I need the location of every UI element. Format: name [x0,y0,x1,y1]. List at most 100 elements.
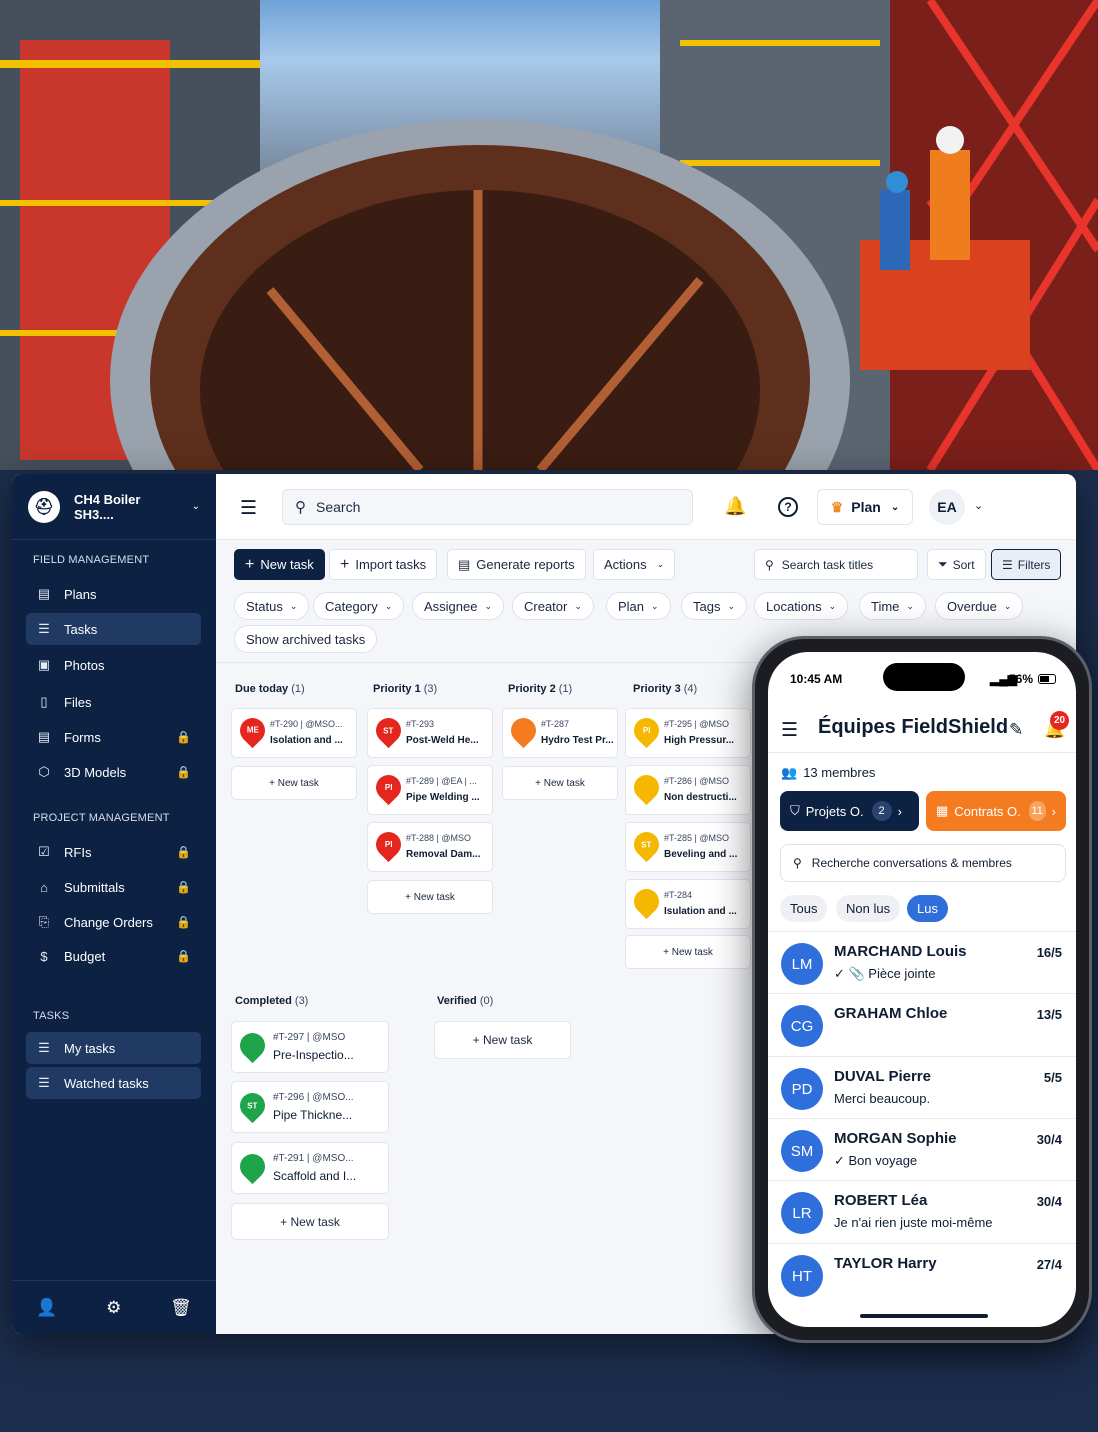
conversation-search-input[interactable]: ⚲ Recherche conversations & membres [780,844,1066,882]
task-card[interactable]: PI #T-288 | @MSO Removal Dam... [367,822,493,872]
task-id: #T-289 | @EA | ... [406,776,477,786]
plan-button[interactable]: ♛ Plan ⌄ [817,489,913,525]
trash-icon[interactable]: 🗑 [170,1298,192,1318]
avatar: LR [781,1192,823,1234]
tab-non-lus[interactable]: Non lus [836,895,901,922]
compose-icon[interactable]: ✎ [1009,720,1023,740]
task-card[interactable]: #T-291 | @MSO... Scaffold and I... [231,1142,389,1194]
bell-icon[interactable]: 🔔 [724,496,746,517]
task-card[interactable]: PI #T-295 | @MSO High Pressur... [625,708,751,758]
project-logo: ⛑ [28,490,60,523]
crown-icon: ♛ [830,498,844,515]
sidebar-item-label: RFIs [64,844,92,860]
sidebar: ⛑ CH4 Boiler SH3.... ⌄ FIELD MANAGEMENT … [12,474,216,1334]
task-card[interactable]: #T-284 Isulation and ... [625,879,751,929]
new-task-button[interactable]: + New task [234,549,325,580]
tab-tous[interactable]: Tous [780,895,828,922]
new-task-button[interactable]: + New task [231,766,357,800]
task-card[interactable]: ST #T-296 | @MSO... Pipe Thickne... [231,1081,389,1133]
document-icon: ▤ [458,556,471,572]
menu-icon[interactable]: ☰ [781,719,798,742]
conversation-item[interactable]: HT TAYLOR Harry 27/4 [768,1243,1076,1305]
filter-overdue[interactable]: Overdue ⌄ [935,592,1024,620]
filter-time[interactable]: Time ⌄ [859,592,926,620]
sidebar-item-label: Watched tasks [64,1075,149,1091]
conversation-item[interactable]: CG GRAHAM Chloe 13/5 [768,993,1076,1055]
new-task-button[interactable]: + New task [367,880,493,914]
new-task-button[interactable]: + New task [502,766,618,800]
sidebar-item-files[interactable]: ▯ Files [26,686,201,718]
column-header: Due today (1) [235,683,305,695]
new-task-button[interactable]: + New task [434,1021,571,1059]
task-card[interactable]: #T-297 | @MSO Pre-Inspectio... [231,1021,389,1073]
project-selector[interactable]: ⛑ CH4 Boiler SH3.... ⌄ [12,474,216,540]
new-task-button[interactable]: + New task [625,935,751,969]
task-card[interactable]: PI #T-289 | @EA | ... Pipe Welding ... [367,765,493,815]
sidebar-item-change-orders[interactable]: ⎘ Change Orders 🔒 [26,906,201,938]
phone-screen: 10:45 AM ▂▄▆ 56% ☰ Équipes FieldShield ✎… [768,652,1076,1327]
sidebar-item-photos[interactable]: ▣ Photos [26,649,201,681]
conversation-item[interactable]: PD DUVAL Pierre 5/5 Merci beaucoup. [768,1056,1076,1118]
help-icon[interactable]: ? [778,497,798,517]
tab-lus[interactable]: Lus [907,895,948,922]
chip-label: Show archived tasks [246,631,366,647]
sidebar-item-forms[interactable]: ▤ Forms 🔒 [26,721,201,753]
task-pin-icon [628,883,665,920]
avatar[interactable]: EA [929,489,965,525]
chip-label: Category [325,598,378,614]
menu-icon[interactable]: ☰ [240,497,257,520]
chevron-right-icon: › [1051,803,1056,819]
new-task-button[interactable]: + New task [231,1203,389,1240]
search-task-titles-input[interactable]: ⚲ Search task titles [754,549,918,580]
sidebar-item-tasks[interactable]: ☰ Tasks [26,613,201,645]
filter-creator[interactable]: Creator ⌄ [512,592,594,620]
task-id: #T-287 [541,719,570,729]
sidebar-item-my-tasks[interactable]: ☰ My tasks [26,1032,201,1064]
task-title: Scaffold and I... [273,1169,357,1183]
actions-button[interactable]: Actions ⌄ [593,549,676,580]
conversation-item[interactable]: LM MARCHAND Louis 16/5 ✓ 📎 Pièce jointe [768,931,1076,993]
task-card[interactable]: ST #T-285 | @MSO Beveling and ... [625,822,751,872]
projets-button[interactable]: ⛉ Projets O. 2 › [780,791,919,831]
photos-icon: ▣ [37,657,51,672]
task-title: Isulation and ... [664,906,737,917]
sidebar-item-watched-tasks[interactable]: ☰ Watched tasks [26,1067,201,1099]
task-id: #T-288 | @MSO [406,833,471,843]
sidebar-item-rfis[interactable]: ☑ RFIs 🔒 [26,836,201,868]
sort-button[interactable]: ⏷ Sort [927,549,986,580]
chevron-down-icon[interactable]: ⌄ [974,499,983,512]
sidebar-item-submittals[interactable]: ⌂ Submittals 🔒 [26,871,201,903]
filter-plan[interactable]: Plan ⌄ [606,592,671,620]
import-tasks-button[interactable]: + Import tasks [329,549,438,580]
forms-icon: ▤ [37,729,51,744]
conversation-item[interactable]: LR ROBERT Léa 30/4 Je n'ai rien juste moi-m… [768,1180,1076,1242]
show-archived-toggle[interactable]: Show archived tasks [234,625,378,653]
contrats-button[interactable]: ▦ Contrats O. 11 › [926,791,1066,831]
sidebar-item-plans[interactable]: ▤ Plans [26,578,201,610]
sidebar-item-3d-models[interactable]: ⬡ 3D Models 🔒 [26,756,201,788]
filter-tags[interactable]: Tags ⌄ [681,592,748,620]
task-card[interactable]: #T-286 | @MSO Non destructi... [625,765,751,815]
user-icon[interactable]: 👤 [36,1298,57,1318]
avatar: SM [781,1130,823,1172]
task-card[interactable]: #T-287 Hydro Test Pr... [502,708,618,758]
chevron-down-icon: ⌄ [890,501,900,513]
sidebar-item-label: Files [64,694,92,710]
filter-category[interactable]: Category ⌄ [313,592,405,620]
sidebar-item-budget[interactable]: $ Budget 🔒 [26,940,201,972]
generate-reports-button[interactable]: ▤ Generate reports [447,549,586,580]
search-input[interactable]: ⚲ Search [282,489,693,525]
contact-name: MARCHAND Louis [834,943,967,960]
sidebar-footer: 👤 ⚙ 🗑 [12,1280,216,1334]
shield-icon: ⛉ [790,803,800,818]
task-card[interactable]: ST #T-293 Post-Weld He... [367,708,493,758]
filter-icon: ☰ [1002,557,1013,572]
filter-locations[interactable]: Locations ⌄ [754,592,849,620]
filter-status[interactable]: Status ⌄ [234,592,310,620]
gear-icon[interactable]: ⚙ [106,1298,121,1318]
filter-assignee[interactable]: Assignee ⌄ [412,592,505,620]
chip-label: Overdue [947,598,997,614]
conversation-item[interactable]: SM MORGAN Sophie 30/4 ✓ Bon voyage [768,1118,1076,1180]
filters-button[interactable]: ☰ Filters [991,549,1062,580]
task-card[interactable]: ME #T-290 | @MSO... Isolation and ... [231,708,357,758]
